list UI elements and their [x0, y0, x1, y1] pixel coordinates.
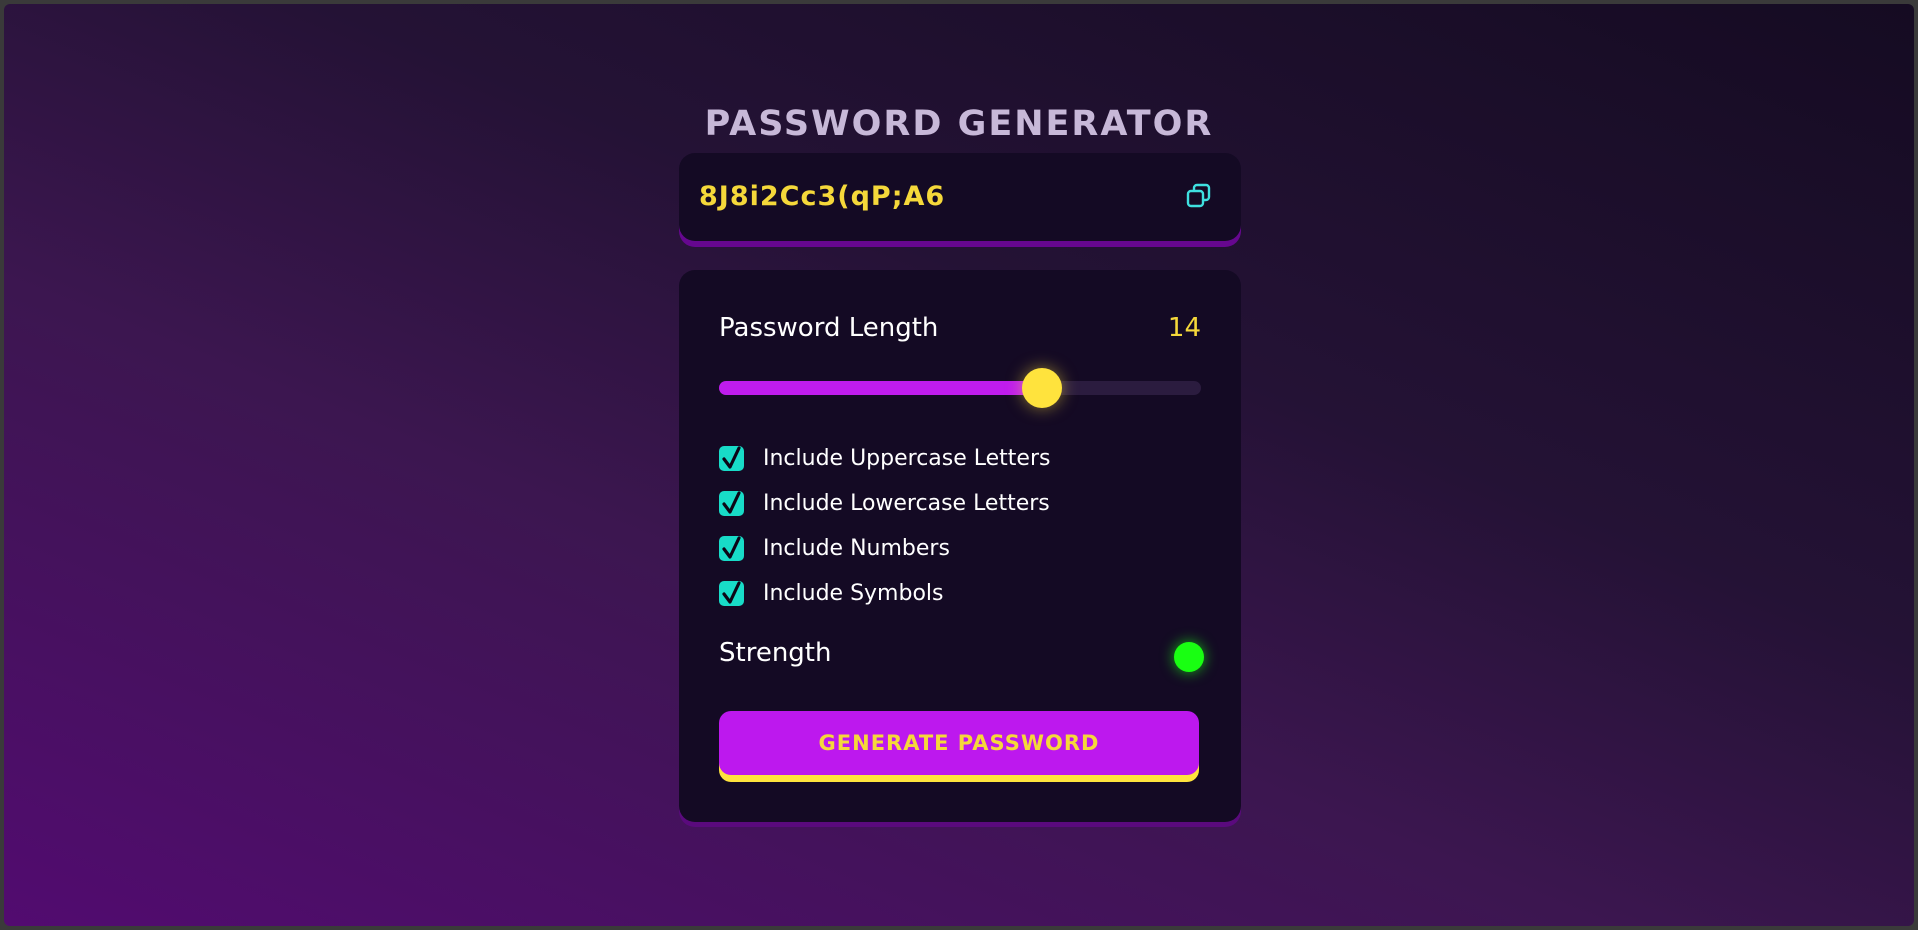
lowercase-checkbox[interactable] [719, 490, 744, 516]
copy-icon [1186, 183, 1211, 208]
checkmark-icon [722, 445, 741, 469]
checkmark-icon [722, 535, 741, 559]
uppercase-checkbox[interactable] [719, 445, 744, 471]
option-uppercase[interactable]: Include Uppercase Letters [719, 444, 1050, 472]
option-lowercase[interactable]: Include Lowercase Letters [719, 489, 1050, 517]
settings-panel: Password Length 14 Include Uppercase Let… [679, 270, 1241, 822]
checkmark-icon [722, 580, 741, 604]
slider-fill [719, 381, 1042, 395]
password-length-label: Password Length [719, 313, 939, 343]
option-numbers[interactable]: Include Numbers [719, 534, 950, 562]
generate-password-button[interactable]: GENERATE PASSWORD [719, 711, 1199, 775]
strength-indicator [1174, 642, 1204, 672]
option-label: Include Numbers [763, 535, 950, 561]
option-label: Include Uppercase Letters [763, 445, 1051, 471]
password-length-slider[interactable] [719, 368, 1201, 408]
option-label: Include Symbols [763, 580, 944, 606]
slider-thumb[interactable] [1021, 368, 1062, 408]
strength-label: Strength [719, 638, 832, 668]
app-window: PASSWORD GENERATOR 8J8i2Cc3(qP;A6 Passwo… [4, 4, 1914, 926]
password-length-value: 14 [1167, 313, 1201, 343]
symbols-checkbox[interactable] [719, 580, 744, 606]
option-symbols[interactable]: Include Symbols [719, 579, 944, 607]
password-display: 8J8i2Cc3(qP;A6 [679, 153, 1241, 241]
checkmark-icon [722, 490, 741, 514]
numbers-checkbox[interactable] [719, 535, 744, 561]
copy-button[interactable] [1183, 181, 1215, 213]
page-title: PASSWORD GENERATOR [704, 104, 1214, 144]
option-label: Include Lowercase Letters [763, 490, 1050, 516]
generated-password: 8J8i2Cc3(qP;A6 [699, 181, 946, 212]
